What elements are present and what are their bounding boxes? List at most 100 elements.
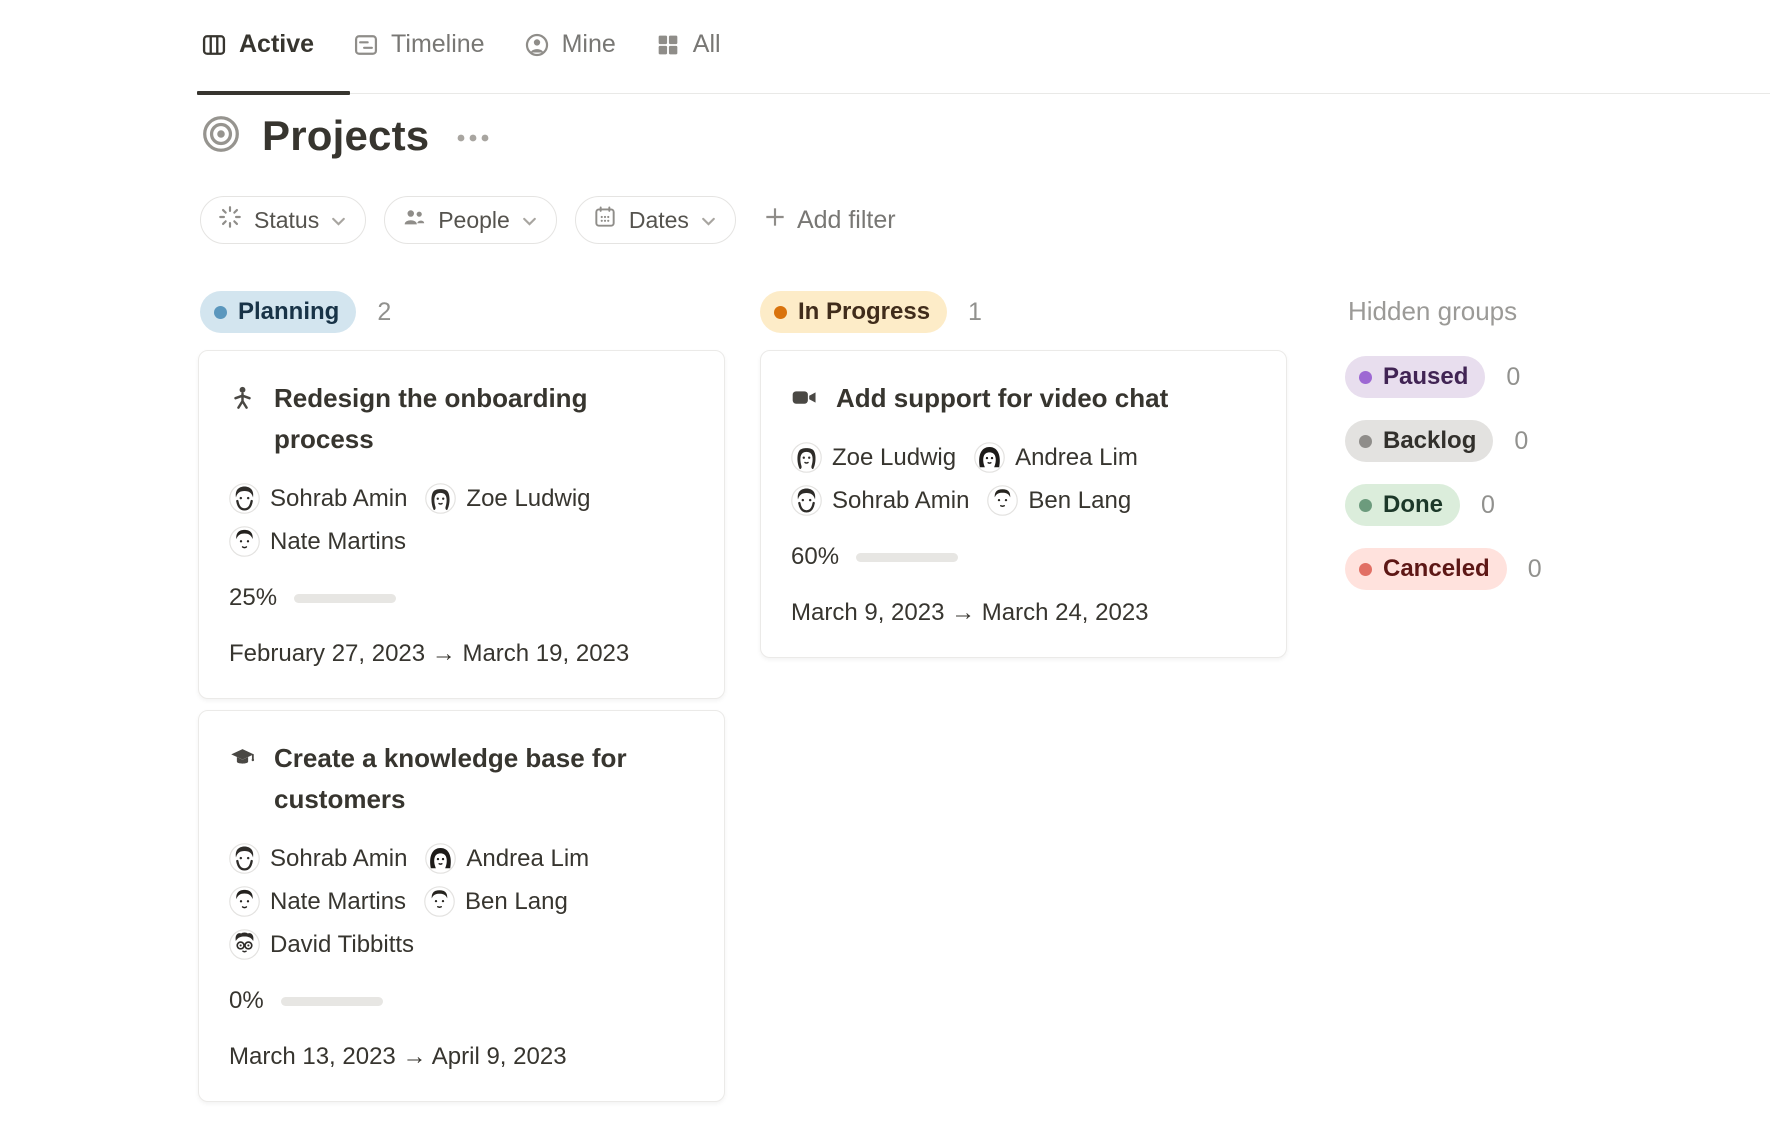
- progress-label: 25%: [229, 584, 277, 612]
- filter-status[interactable]: Status: [200, 196, 366, 244]
- person-chip: Zoe Ludwig: [791, 442, 956, 473]
- status-label: Canceled: [1383, 555, 1490, 583]
- person-name: Andrea Lim: [466, 845, 589, 873]
- chevron-down-icon: [330, 207, 347, 234]
- filter-label: People: [438, 207, 510, 234]
- avatar: [229, 886, 260, 917]
- status-pill-in-progress[interactable]: In Progress: [760, 291, 947, 333]
- filter-people[interactable]: People: [384, 196, 557, 244]
- people-icon: [401, 204, 427, 236]
- person-name: Sohrab Amin: [270, 485, 407, 513]
- avatar: [974, 442, 1005, 473]
- person-chip: Nate Martins: [229, 886, 406, 917]
- person-name: Ben Lang: [1028, 487, 1131, 515]
- tab-label: Timeline: [391, 30, 485, 59]
- projects-board-page: Active Timeline Mine All: [0, 0, 1770, 1134]
- card-date-range: March 13, 2023 → April 9, 2023: [229, 1043, 692, 1071]
- avatar: [424, 886, 455, 917]
- card-title: Add support for video chat: [836, 378, 1168, 419]
- avatar: [791, 485, 822, 516]
- page-header: Projects: [200, 112, 497, 160]
- progress-row: 0%: [229, 987, 692, 1015]
- project-card-redesign-onboarding[interactable]: Redesign the onboarding process Sohrab A…: [198, 350, 725, 699]
- plus-icon: [762, 204, 788, 237]
- person-chip: Nate Martins: [229, 526, 406, 557]
- status-burst-icon: [217, 204, 243, 236]
- status-dot: [774, 306, 787, 319]
- avatar: [229, 526, 260, 557]
- graduation-cap-icon: [229, 744, 256, 820]
- status-dot: [1359, 435, 1372, 448]
- progress-label: 0%: [229, 987, 264, 1015]
- person-name: Zoe Ludwig: [466, 485, 590, 513]
- status-label: Planning: [238, 298, 339, 326]
- card-people: Sohrab Amin Zoe Ludwig Nate Martins: [229, 483, 692, 557]
- person-name: David Tibbitts: [270, 931, 414, 959]
- filter-dates[interactable]: Dates: [575, 196, 736, 244]
- filter-bar: Status People Dates: [200, 196, 896, 244]
- card-people: Zoe Ludwig Andrea Lim Sohrab Amin Ben La…: [791, 442, 1254, 516]
- avatar: [229, 929, 260, 960]
- column-header-in-progress: In Progress 1: [760, 291, 982, 333]
- hidden-group-canceled: Canceled 0: [1345, 548, 1542, 590]
- person-name: Sohrab Amin: [832, 487, 969, 515]
- more-icon[interactable]: [455, 131, 497, 150]
- avatar: [425, 843, 456, 874]
- avatar: [229, 843, 260, 874]
- column-count: 1: [968, 298, 982, 327]
- progress-bar: [856, 553, 958, 562]
- progress-row: 60%: [791, 543, 1254, 571]
- progress-row: 25%: [229, 584, 692, 612]
- progress-bar: [281, 997, 383, 1006]
- group-count: 0: [1481, 491, 1495, 520]
- avatar: [791, 442, 822, 473]
- person-name: Andrea Lim: [1015, 444, 1138, 472]
- active-tab-underline: [197, 91, 350, 95]
- person-name: Ben Lang: [465, 888, 568, 916]
- tab-label: All: [693, 30, 721, 59]
- card-people: Sohrab Amin Andrea Lim Nate Martins Ben …: [229, 843, 692, 960]
- person-chip: Sohrab Amin: [229, 483, 407, 514]
- project-card-video-chat[interactable]: Add support for video chat Zoe Ludwig An…: [760, 350, 1287, 658]
- status-dot: [1359, 499, 1372, 512]
- tab-timeline[interactable]: Timeline: [352, 30, 485, 59]
- person-chip: Ben Lang: [424, 886, 568, 917]
- project-card-knowledge-base[interactable]: Create a knowledge base for customers So…: [198, 710, 725, 1102]
- avatar: [229, 483, 260, 514]
- add-filter-button[interactable]: Add filter: [762, 204, 896, 237]
- card-title: Redesign the onboarding process: [274, 378, 652, 460]
- person-name: Zoe Ludwig: [832, 444, 956, 472]
- chevron-down-icon: [521, 207, 538, 234]
- hidden-groups-title: Hidden groups: [1348, 296, 1517, 327]
- status-pill-canceled[interactable]: Canceled: [1345, 548, 1507, 590]
- video-camera-icon: [791, 384, 818, 419]
- status-pill-planning[interactable]: Planning: [200, 291, 356, 333]
- avatar: [987, 485, 1018, 516]
- view-tab-bar: Active Timeline Mine All: [0, 0, 1770, 94]
- status-label: Paused: [1383, 363, 1468, 391]
- status-pill-backlog[interactable]: Backlog: [1345, 420, 1493, 462]
- person-chip: Zoe Ludwig: [425, 483, 590, 514]
- status-label: Backlog: [1383, 427, 1476, 455]
- person-icon: [229, 384, 256, 460]
- group-count: 0: [1514, 427, 1528, 456]
- page-title: Projects: [262, 112, 429, 160]
- timeline-icon: [352, 31, 380, 59]
- chevron-down-icon: [700, 207, 717, 234]
- tab-all[interactable]: All: [654, 30, 721, 59]
- tab-label: Mine: [562, 30, 616, 59]
- status-pill-paused[interactable]: Paused: [1345, 356, 1485, 398]
- tab-active[interactable]: Active: [200, 30, 314, 59]
- status-pill-done[interactable]: Done: [1345, 484, 1460, 526]
- card-date-range: March 9, 2023 → March 24, 2023: [791, 599, 1254, 627]
- target-icon: [200, 113, 242, 160]
- person-chip: David Tibbitts: [229, 929, 414, 960]
- hidden-group-done: Done 0: [1345, 484, 1542, 526]
- hidden-group-paused: Paused 0: [1345, 356, 1542, 398]
- tab-label: Active: [239, 30, 314, 59]
- status-dot: [1359, 371, 1372, 384]
- tab-mine[interactable]: Mine: [523, 30, 616, 59]
- status-dot: [1359, 563, 1372, 576]
- add-filter-label: Add filter: [797, 206, 896, 235]
- status-label: Done: [1383, 491, 1443, 519]
